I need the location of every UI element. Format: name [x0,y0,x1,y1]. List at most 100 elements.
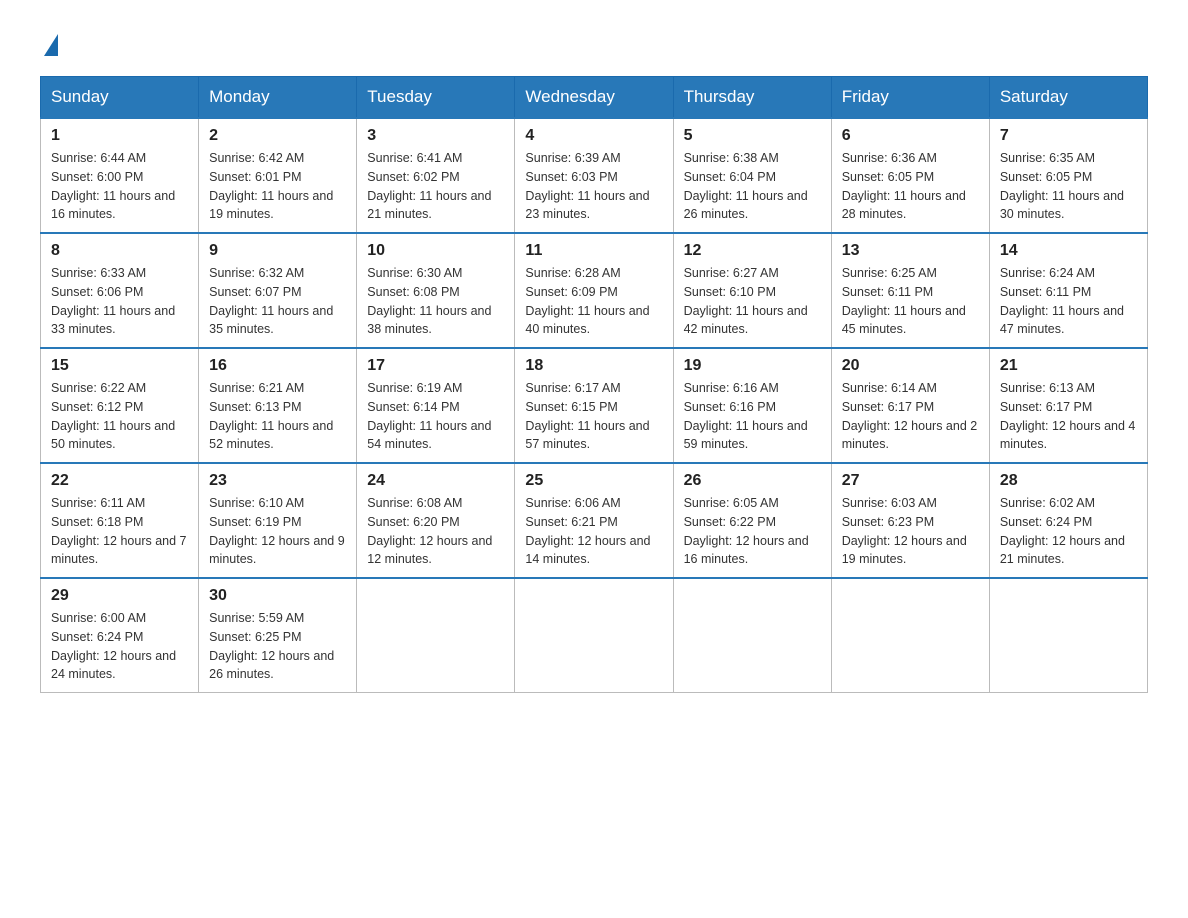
day-info: Sunrise: 6:25 AM Sunset: 6:11 PM Dayligh… [842,264,979,339]
day-number: 18 [525,357,662,375]
day-info: Sunrise: 6:36 AM Sunset: 6:05 PM Dayligh… [842,149,979,224]
day-number: 2 [209,127,346,145]
day-number: 20 [842,357,979,375]
day-number: 10 [367,242,504,260]
day-number: 21 [1000,357,1137,375]
day-number: 25 [525,472,662,490]
calendar-cell: 23 Sunrise: 6:10 AM Sunset: 6:19 PM Dayl… [199,463,357,578]
day-info: Sunrise: 6:35 AM Sunset: 6:05 PM Dayligh… [1000,149,1137,224]
calendar-cell: 3 Sunrise: 6:41 AM Sunset: 6:02 PM Dayli… [357,118,515,233]
day-info: Sunrise: 6:17 AM Sunset: 6:15 PM Dayligh… [525,379,662,454]
calendar-cell: 13 Sunrise: 6:25 AM Sunset: 6:11 PM Dayl… [831,233,989,348]
calendar-cell: 8 Sunrise: 6:33 AM Sunset: 6:06 PM Dayli… [41,233,199,348]
calendar-cell: 14 Sunrise: 6:24 AM Sunset: 6:11 PM Dayl… [989,233,1147,348]
day-info: Sunrise: 6:28 AM Sunset: 6:09 PM Dayligh… [525,264,662,339]
day-info: Sunrise: 6:11 AM Sunset: 6:18 PM Dayligh… [51,494,188,569]
day-number: 29 [51,587,188,605]
calendar-table: SundayMondayTuesdayWednesdayThursdayFrid… [40,76,1148,693]
weekday-header-wednesday: Wednesday [515,77,673,119]
day-number: 17 [367,357,504,375]
day-number: 26 [684,472,821,490]
day-info: Sunrise: 6:10 AM Sunset: 6:19 PM Dayligh… [209,494,346,569]
logo [40,30,58,56]
calendar-cell: 12 Sunrise: 6:27 AM Sunset: 6:10 PM Dayl… [673,233,831,348]
day-info: Sunrise: 6:13 AM Sunset: 6:17 PM Dayligh… [1000,379,1137,454]
day-info: Sunrise: 6:16 AM Sunset: 6:16 PM Dayligh… [684,379,821,454]
calendar-cell [989,578,1147,693]
day-info: Sunrise: 6:14 AM Sunset: 6:17 PM Dayligh… [842,379,979,454]
day-number: 30 [209,587,346,605]
weekday-header-thursday: Thursday [673,77,831,119]
calendar-week-row: 8 Sunrise: 6:33 AM Sunset: 6:06 PM Dayli… [41,233,1148,348]
day-info: Sunrise: 6:08 AM Sunset: 6:20 PM Dayligh… [367,494,504,569]
calendar-cell [831,578,989,693]
weekday-header-sunday: Sunday [41,77,199,119]
calendar-cell: 27 Sunrise: 6:03 AM Sunset: 6:23 PM Dayl… [831,463,989,578]
day-number: 24 [367,472,504,490]
day-number: 1 [51,127,188,145]
day-info: Sunrise: 6:19 AM Sunset: 6:14 PM Dayligh… [367,379,504,454]
calendar-cell: 10 Sunrise: 6:30 AM Sunset: 6:08 PM Dayl… [357,233,515,348]
calendar-cell: 4 Sunrise: 6:39 AM Sunset: 6:03 PM Dayli… [515,118,673,233]
calendar-cell: 1 Sunrise: 6:44 AM Sunset: 6:00 PM Dayli… [41,118,199,233]
day-number: 16 [209,357,346,375]
calendar-cell: 24 Sunrise: 6:08 AM Sunset: 6:20 PM Dayl… [357,463,515,578]
day-number: 9 [209,242,346,260]
calendar-cell: 18 Sunrise: 6:17 AM Sunset: 6:15 PM Dayl… [515,348,673,463]
day-number: 27 [842,472,979,490]
day-info: Sunrise: 6:39 AM Sunset: 6:03 PM Dayligh… [525,149,662,224]
day-info: Sunrise: 6:30 AM Sunset: 6:08 PM Dayligh… [367,264,504,339]
day-number: 6 [842,127,979,145]
calendar-cell: 29 Sunrise: 6:00 AM Sunset: 6:24 PM Dayl… [41,578,199,693]
weekday-header-row: SundayMondayTuesdayWednesdayThursdayFrid… [41,77,1148,119]
weekday-header-monday: Monday [199,77,357,119]
day-number: 5 [684,127,821,145]
day-info: Sunrise: 6:22 AM Sunset: 6:12 PM Dayligh… [51,379,188,454]
day-info: Sunrise: 6:44 AM Sunset: 6:00 PM Dayligh… [51,149,188,224]
day-number: 15 [51,357,188,375]
day-number: 12 [684,242,821,260]
day-info: Sunrise: 6:33 AM Sunset: 6:06 PM Dayligh… [51,264,188,339]
calendar-cell: 6 Sunrise: 6:36 AM Sunset: 6:05 PM Dayli… [831,118,989,233]
calendar-cell: 25 Sunrise: 6:06 AM Sunset: 6:21 PM Dayl… [515,463,673,578]
calendar-cell: 11 Sunrise: 6:28 AM Sunset: 6:09 PM Dayl… [515,233,673,348]
calendar-cell: 21 Sunrise: 6:13 AM Sunset: 6:17 PM Dayl… [989,348,1147,463]
day-number: 13 [842,242,979,260]
calendar-week-row: 1 Sunrise: 6:44 AM Sunset: 6:00 PM Dayli… [41,118,1148,233]
day-info: Sunrise: 6:02 AM Sunset: 6:24 PM Dayligh… [1000,494,1137,569]
day-number: 7 [1000,127,1137,145]
calendar-cell: 15 Sunrise: 6:22 AM Sunset: 6:12 PM Dayl… [41,348,199,463]
calendar-cell: 2 Sunrise: 6:42 AM Sunset: 6:01 PM Dayli… [199,118,357,233]
calendar-cell: 20 Sunrise: 6:14 AM Sunset: 6:17 PM Dayl… [831,348,989,463]
day-number: 22 [51,472,188,490]
day-number: 28 [1000,472,1137,490]
calendar-cell: 28 Sunrise: 6:02 AM Sunset: 6:24 PM Dayl… [989,463,1147,578]
calendar-cell: 17 Sunrise: 6:19 AM Sunset: 6:14 PM Dayl… [357,348,515,463]
day-info: Sunrise: 6:03 AM Sunset: 6:23 PM Dayligh… [842,494,979,569]
calendar-cell: 9 Sunrise: 6:32 AM Sunset: 6:07 PM Dayli… [199,233,357,348]
calendar-week-row: 29 Sunrise: 6:00 AM Sunset: 6:24 PM Dayl… [41,578,1148,693]
calendar-cell: 19 Sunrise: 6:16 AM Sunset: 6:16 PM Dayl… [673,348,831,463]
day-number: 23 [209,472,346,490]
calendar-week-row: 15 Sunrise: 6:22 AM Sunset: 6:12 PM Dayl… [41,348,1148,463]
day-number: 3 [367,127,504,145]
calendar-cell [515,578,673,693]
weekday-header-tuesday: Tuesday [357,77,515,119]
calendar-cell: 30 Sunrise: 5:59 AM Sunset: 6:25 PM Dayl… [199,578,357,693]
calendar-week-row: 22 Sunrise: 6:11 AM Sunset: 6:18 PM Dayl… [41,463,1148,578]
day-number: 14 [1000,242,1137,260]
day-info: Sunrise: 6:21 AM Sunset: 6:13 PM Dayligh… [209,379,346,454]
day-info: Sunrise: 6:00 AM Sunset: 6:24 PM Dayligh… [51,609,188,684]
calendar-cell: 26 Sunrise: 6:05 AM Sunset: 6:22 PM Dayl… [673,463,831,578]
page-header [40,30,1148,56]
day-info: Sunrise: 5:59 AM Sunset: 6:25 PM Dayligh… [209,609,346,684]
day-info: Sunrise: 6:41 AM Sunset: 6:02 PM Dayligh… [367,149,504,224]
day-number: 19 [684,357,821,375]
day-info: Sunrise: 6:32 AM Sunset: 6:07 PM Dayligh… [209,264,346,339]
calendar-cell: 16 Sunrise: 6:21 AM Sunset: 6:13 PM Dayl… [199,348,357,463]
day-info: Sunrise: 6:42 AM Sunset: 6:01 PM Dayligh… [209,149,346,224]
day-info: Sunrise: 6:05 AM Sunset: 6:22 PM Dayligh… [684,494,821,569]
day-info: Sunrise: 6:27 AM Sunset: 6:10 PM Dayligh… [684,264,821,339]
calendar-cell: 7 Sunrise: 6:35 AM Sunset: 6:05 PM Dayli… [989,118,1147,233]
day-info: Sunrise: 6:06 AM Sunset: 6:21 PM Dayligh… [525,494,662,569]
